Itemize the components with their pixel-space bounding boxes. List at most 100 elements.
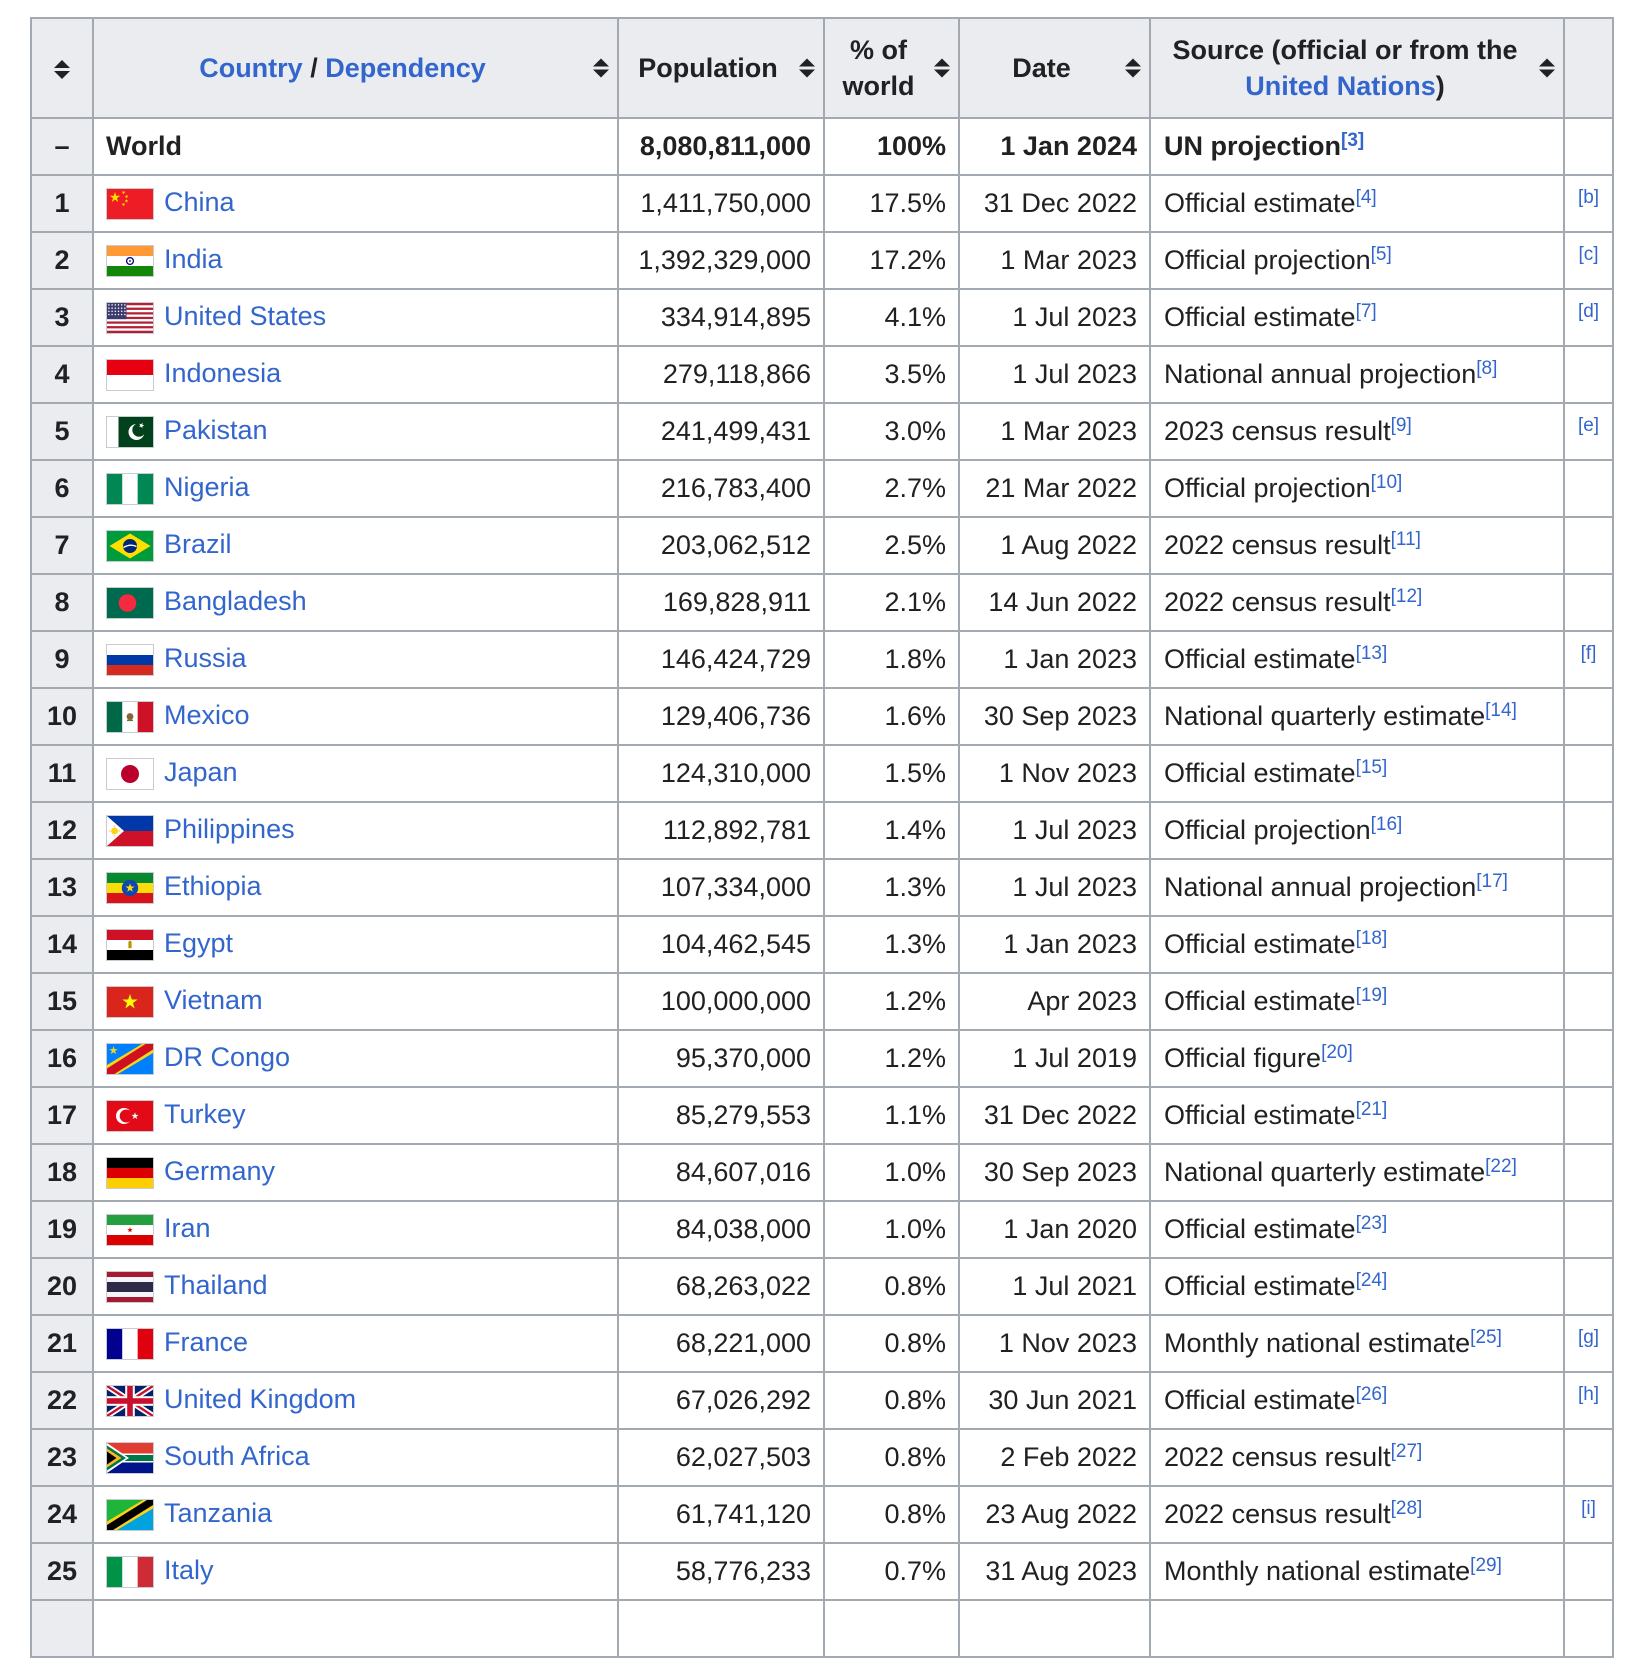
note-link[interactable]: [b] <box>1578 187 1599 208</box>
country-link[interactable]: Ethiopia <box>164 871 262 901</box>
source-ref-link[interactable]: [25] <box>1470 1327 1502 1348</box>
rank-cell: 6 <box>30 459 94 518</box>
table-row: 17 Turkey 85,279,553 1.1% 31 Dec 2022 Of… <box>30 1086 1614 1145</box>
source-cell: Official estimate[21] <box>1149 1086 1565 1145</box>
table-row: 7 Brazil 203,062,512 2.5% 1 Aug 2022 202… <box>30 516 1614 575</box>
country-link[interactable]: Germany <box>164 1156 275 1186</box>
country-link[interactable]: United States <box>164 301 326 331</box>
rank-column-header[interactable] <box>30 17 94 119</box>
country-link[interactable]: China <box>164 187 235 217</box>
country-cell: South Africa <box>92 1428 619 1487</box>
country-link[interactable]: Philippines <box>164 814 295 844</box>
note-link[interactable]: [c] <box>1578 244 1598 265</box>
population-cell: 124,310,000 <box>617 744 825 803</box>
note-cell <box>1563 516 1614 575</box>
source-ref-link[interactable]: [12] <box>1391 586 1423 607</box>
source-ref-link[interactable]: [20] <box>1321 1042 1353 1063</box>
note-link[interactable]: [e] <box>1578 415 1599 436</box>
source-text: Official estimate <box>1164 1214 1356 1244</box>
population-cell: 146,424,729 <box>617 630 825 689</box>
page-content: Country / Dependency Population % of wor… <box>0 0 1642 1658</box>
country-link[interactable]: Iran <box>164 1213 211 1243</box>
source-ref-link[interactable]: [24] <box>1356 1270 1388 1291</box>
source-column-header[interactable]: Source (official or from the United Nati… <box>1149 17 1565 119</box>
thailand-flag-icon <box>106 1270 154 1303</box>
source-ref-link[interactable]: [8] <box>1476 358 1497 379</box>
source-ref-link[interactable]: [15] <box>1356 757 1388 778</box>
country-link[interactable]: Nigeria <box>164 472 250 502</box>
country-link[interactable]: France <box>164 1327 248 1357</box>
date-cell: 1 Aug 2022 <box>958 516 1151 575</box>
population-column-header[interactable]: Population <box>617 17 825 119</box>
note-link[interactable]: [g] <box>1578 1327 1599 1348</box>
country-header-link[interactable]: Country <box>199 53 303 83</box>
population-cell: 62,027,503 <box>617 1428 825 1487</box>
country-link[interactable]: United Kingdom <box>164 1384 356 1414</box>
note-link[interactable]: [f] <box>1581 643 1597 664</box>
source-ref-link[interactable]: [21] <box>1356 1099 1388 1120</box>
source-ref-link[interactable]: [16] <box>1371 814 1403 835</box>
country-link[interactable]: Mexico <box>164 700 250 730</box>
country-link[interactable]: Indonesia <box>164 358 281 388</box>
source-ref-link[interactable]: [10] <box>1371 472 1403 493</box>
source-ref-link[interactable]: [29] <box>1470 1555 1502 1576</box>
date-cell: 1 Jan 2023 <box>958 915 1151 974</box>
date-column-header[interactable]: Date <box>958 17 1151 119</box>
source-ref-link[interactable]: [3] <box>1341 130 1364 151</box>
country-cell: Brazil <box>92 516 619 575</box>
country-link[interactable]: Bangladesh <box>164 586 307 616</box>
us-flag-icon <box>106 301 154 334</box>
country-cell: Nigeria <box>92 459 619 518</box>
note-link[interactable]: [i] <box>1581 1498 1596 1519</box>
country-cell: Russia <box>92 630 619 689</box>
source-ref-link[interactable]: [9] <box>1391 415 1412 436</box>
source-cell: National quarterly estimate[22] <box>1149 1143 1565 1202</box>
country-link[interactable]: Brazil <box>164 529 232 559</box>
note-link[interactable]: [d] <box>1578 301 1599 322</box>
country-cell: Mexico <box>92 687 619 746</box>
country-link[interactable]: Turkey <box>164 1099 246 1129</box>
source-ref-link[interactable]: [13] <box>1356 643 1388 664</box>
source-ref-link[interactable]: [18] <box>1356 928 1388 949</box>
source-cell: National annual projection[8] <box>1149 345 1565 404</box>
percent-cell: 1.2% <box>823 1029 960 1088</box>
source-ref-link[interactable]: [26] <box>1356 1384 1388 1405</box>
table-row: 6 Nigeria 216,783,400 2.7% 21 Mar 2022 O… <box>30 459 1614 518</box>
country-link[interactable]: Tanzania <box>164 1498 272 1528</box>
country-link[interactable]: Italy <box>164 1555 214 1585</box>
country-link[interactable]: Vietnam <box>164 985 263 1015</box>
table-row: 11 Japan 124,310,000 1.5% 1 Nov 2023 Off… <box>30 744 1614 803</box>
country-link[interactable]: South Africa <box>164 1441 310 1471</box>
percent-of-world-column-header[interactable]: % of world <box>823 17 960 119</box>
world-label: World <box>106 131 182 161</box>
source-ref-link[interactable]: [7] <box>1356 301 1377 322</box>
source-ref-link[interactable]: [5] <box>1371 244 1392 265</box>
rank-cell: 13 <box>30 858 94 917</box>
date-cell: 31 Dec 2022 <box>958 1086 1151 1145</box>
country-link[interactable]: DR Congo <box>164 1042 290 1072</box>
country-link[interactable]: Thailand <box>164 1270 268 1300</box>
rank-cell: 25 <box>30 1542 94 1601</box>
dependency-header-link[interactable]: Dependency <box>325 53 486 83</box>
population-cell: 241,499,431 <box>617 402 825 461</box>
rank-cell: 16 <box>30 1029 94 1088</box>
source-ref-link[interactable]: [28] <box>1391 1498 1423 1519</box>
country-link[interactable]: India <box>164 244 223 274</box>
country-link[interactable]: Egypt <box>164 928 233 958</box>
source-ref-link[interactable]: [11] <box>1391 529 1421 550</box>
source-ref-link[interactable]: [27] <box>1391 1441 1423 1462</box>
source-ref-link[interactable]: [14] <box>1485 700 1517 721</box>
united-nations-link[interactable]: United Nations <box>1245 71 1436 101</box>
country-column-header[interactable]: Country / Dependency <box>92 17 619 119</box>
country-link[interactable]: Japan <box>164 757 238 787</box>
country-link[interactable]: Russia <box>164 643 247 673</box>
source-ref-link[interactable]: [22] <box>1485 1156 1517 1177</box>
source-ref-link[interactable]: [17] <box>1476 871 1508 892</box>
source-ref-link[interactable]: [19] <box>1356 985 1388 1006</box>
source-ref-link[interactable]: [4] <box>1356 187 1377 208</box>
source-ref-link[interactable]: [23] <box>1356 1213 1388 1234</box>
country-link[interactable]: Pakistan <box>164 415 268 445</box>
table-row: 2 India 1,392,329,000 17.2% 1 Mar 2023 O… <box>30 231 1614 290</box>
rank-cell: 14 <box>30 915 94 974</box>
note-link[interactable]: [h] <box>1578 1384 1599 1405</box>
